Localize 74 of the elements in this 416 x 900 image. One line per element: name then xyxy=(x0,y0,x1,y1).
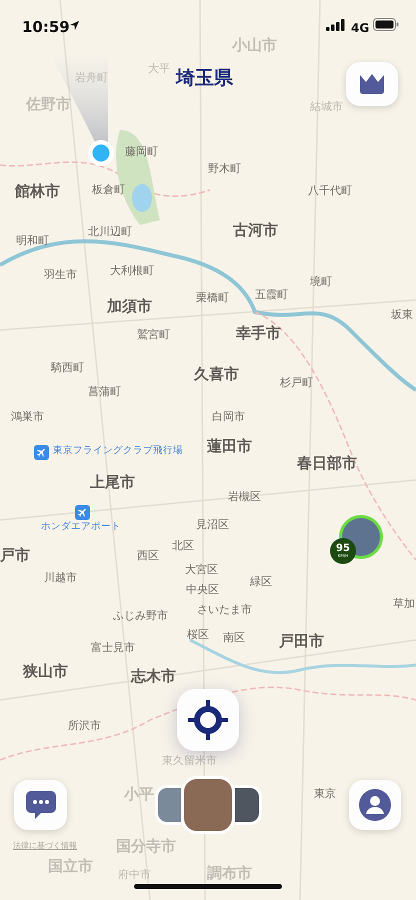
map-place-label: 東京 xyxy=(314,788,336,800)
map-place-label: 所沢市 xyxy=(68,720,101,732)
map-place-label: 見沼区 xyxy=(196,519,229,532)
map-place-label: 南区 xyxy=(223,632,245,644)
speed-value: 95 xyxy=(336,544,350,554)
map-place-label: 鴻巣市 xyxy=(11,411,44,424)
map-place-label: 結城市 xyxy=(310,101,343,114)
map-place-label: 加須市 xyxy=(107,298,152,314)
map-place-label: 戸田市 xyxy=(279,633,324,650)
profile-button[interactable] xyxy=(349,780,401,830)
airplane-icon xyxy=(75,505,90,520)
map-place-label: 草加 xyxy=(393,598,415,610)
map-place-label: 境町 xyxy=(310,276,332,288)
photo-placeholder[interactable] xyxy=(181,776,235,834)
map-place-label: 北区 xyxy=(172,540,194,552)
status-time: 10:59 xyxy=(22,17,70,38)
crosshair-icon xyxy=(188,700,228,740)
location-dot-icon xyxy=(87,139,115,167)
crown-icon xyxy=(358,73,386,95)
map-place-label: 菖蒲町 xyxy=(88,386,121,398)
map-place-label: さいたま市 xyxy=(197,604,252,616)
photo-placeholder[interactable] xyxy=(155,785,181,825)
map-place-label: 板倉町 xyxy=(92,184,125,196)
network-type: 4G xyxy=(351,20,370,37)
region-title: 埼玉県 xyxy=(176,66,233,91)
map-place-label: 大平 xyxy=(148,63,170,76)
map-place-label: 羽生市 xyxy=(44,269,77,282)
map-place-label: 杉戸町 xyxy=(280,377,313,390)
map-place-label: 栗橋町 xyxy=(196,292,229,304)
chat-icon xyxy=(24,790,56,820)
map-place-label: 白岡市 xyxy=(212,411,245,424)
map-place-label: 府中市 xyxy=(118,869,151,882)
signal-icon xyxy=(326,19,345,31)
map-place-label: 春日部市 xyxy=(297,455,357,472)
map-place-label: 鷲宮町 xyxy=(137,329,170,342)
map-place-label: 館林市 xyxy=(15,183,60,200)
airplane-icon xyxy=(34,445,49,460)
map-place-label: 上尾市 xyxy=(90,474,135,490)
map-place-label: 西区 xyxy=(137,550,159,562)
map-place-label: 騎西町 xyxy=(51,362,84,374)
map-place-label: 八千代町 xyxy=(308,185,352,198)
map-place-label: 富士見市 xyxy=(91,642,135,654)
map-place-label: 東久留米市 xyxy=(162,755,217,768)
photo-placeholder[interactable] xyxy=(235,785,262,825)
map-place-label: 志木市 xyxy=(131,668,176,684)
map-place-label: 桜区 xyxy=(187,629,209,642)
map-place-label: 川越市 xyxy=(44,572,77,584)
map-place-label: 戸市 xyxy=(0,547,30,564)
map-place-label: 久喜市 xyxy=(194,366,239,382)
map-place-label: 野木町 xyxy=(208,163,241,176)
map-place-label: ホンダエアポート xyxy=(41,522,121,532)
map-place-label: 五霞町 xyxy=(255,289,288,302)
map-place-label: ふじみ野市 xyxy=(113,610,168,622)
map-place-label: 明和町 xyxy=(16,235,49,248)
legal-info-link[interactable]: 法律に基づく情報 xyxy=(13,840,77,852)
crown-button[interactable] xyxy=(346,62,398,106)
map-place-label: 大宮区 xyxy=(185,564,218,576)
chat-button[interactable] xyxy=(14,780,67,830)
battery-icon xyxy=(373,18,399,31)
map-place-label: 坂東 xyxy=(391,309,413,322)
map-place-label: 蓮田市 xyxy=(207,438,252,454)
map-place-label: 北川辺町 xyxy=(88,226,132,238)
map-place-label: 藤岡町 xyxy=(125,146,158,158)
locate-button[interactable] xyxy=(177,689,239,751)
map-place-label: 中央区 xyxy=(186,584,219,596)
map-place-label: 岩槻区 xyxy=(228,491,261,504)
user-icon xyxy=(359,789,391,821)
map-place-label: 大利根町 xyxy=(110,265,154,278)
map-place-label: 狭山市 xyxy=(23,663,68,680)
map-place-label: 古河市 xyxy=(233,222,278,238)
location-arrow-icon xyxy=(69,20,80,31)
map-place-label: 幸手市 xyxy=(236,325,281,342)
map-place-label: 東京フライングクラブ飛行場 xyxy=(53,446,183,456)
map-place-label: 緑区 xyxy=(250,576,272,588)
